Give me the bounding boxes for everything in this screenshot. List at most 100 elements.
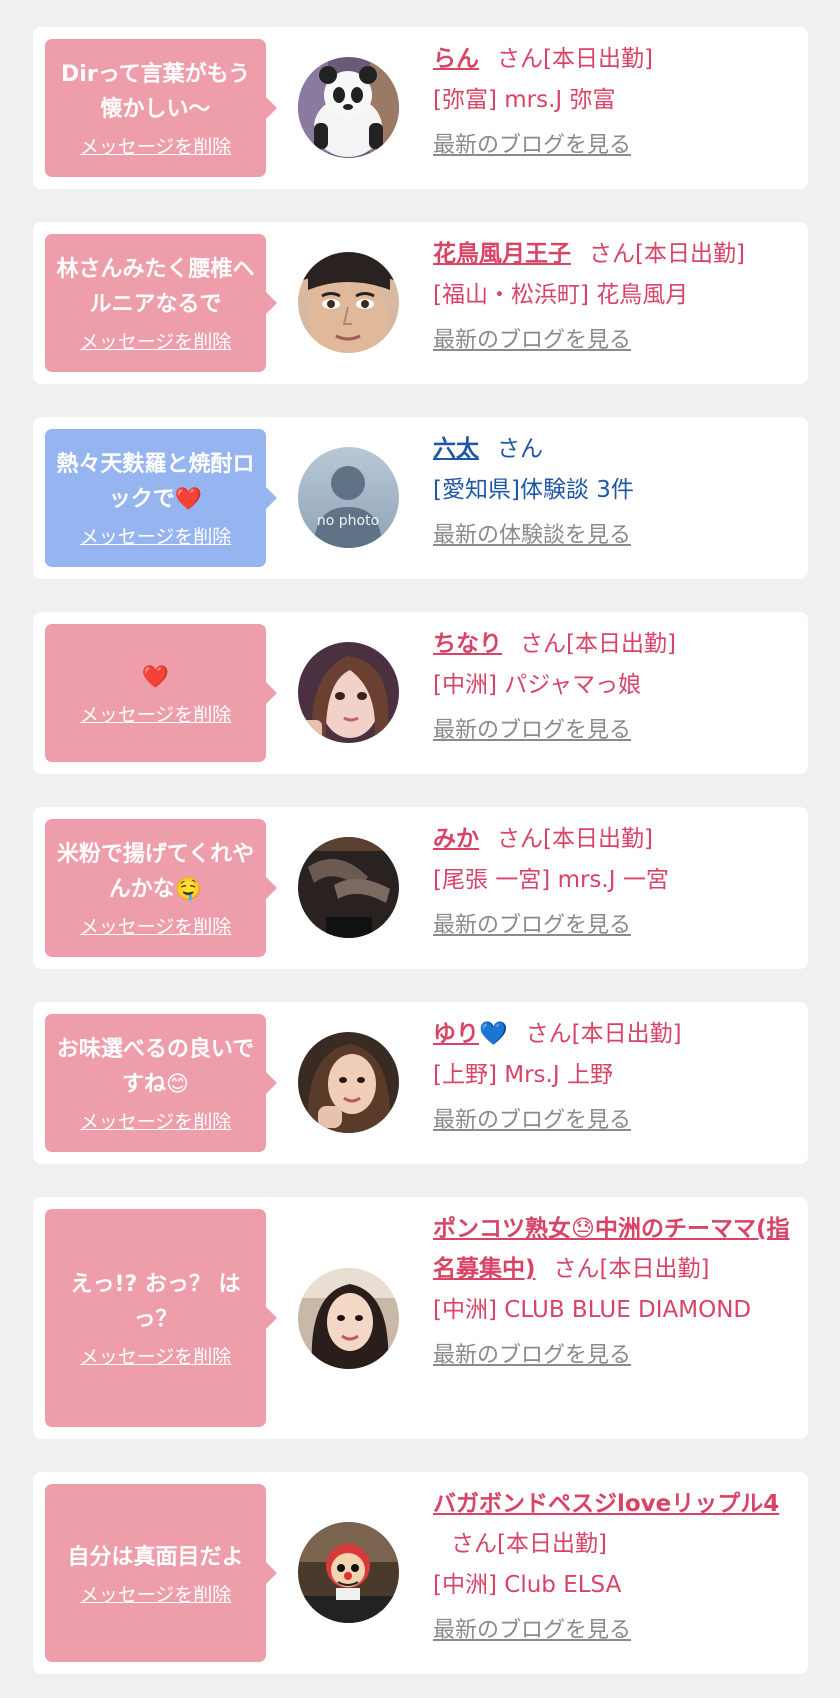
avatar[interactable] [298,57,399,158]
profile-name-link[interactable]: らん [433,46,479,72]
latest-blog-link[interactable]: 最新のブログを見る [433,1106,631,1136]
shop-text: [弥富] mrs.J 弥富 [433,87,616,113]
name-suffix: さん[本日出勤] [497,826,653,852]
name-suffix: さん[本日出勤] [589,241,745,267]
item-info: 花鳥風月王子 さん[本日出勤] [福山・松浜町] 花鳥風月 最新のブログを見る [433,234,793,356]
latest-review-link[interactable]: 最新の体験談を見る [433,521,631,551]
item-info: らん さん[本日出勤] [弥富] mrs.J 弥富 最新のブログを見る [433,39,793,161]
latest-blog-link[interactable]: 最新のブログを見る [433,911,631,941]
message-text: Dirって言葉がもう懐かしい〜 [61,62,250,122]
name-line: バガボンドペスジloveリップル4 さん[本日出勤] [433,1484,793,1564]
delete-message-link[interactable]: メッセージを削除 [80,330,232,354]
review-count-text: [愛知県]体験談 3件 [433,477,634,503]
name-line: 花鳥風月王子 さん[本日出勤] [433,234,793,274]
profile-name-link[interactable]: 花鳥風月王子 [433,241,571,267]
latest-blog-link[interactable]: 最新のブログを見る [433,716,631,746]
profile-name-link[interactable]: バガボンドペスジloveリップル4 [433,1491,779,1517]
delete-message-link[interactable]: メッセージを削除 [80,703,232,727]
delete-message-link[interactable]: メッセージを削除 [80,1345,232,1369]
delete-message-link[interactable]: メッセージを削除 [80,135,232,159]
message-bubble: えっ!? おっ？ はっ？ メッセージを削除 [45,1209,277,1427]
message-text: お味選べるの良いですね😊 [53,1032,258,1102]
smiling-face-emoji-icon: 😊 [166,1072,189,1097]
delete-message-link[interactable]: メッセージを削除 [80,1110,232,1134]
message-bubble: 米粉で揚げてくれやんかな🤤 メッセージを削除 [45,819,277,957]
profile-name-link[interactable]: ゆり💙 [433,1021,508,1047]
message-bubble: 林さんみたく腰椎ヘルニアなるで メッセージを削除 [45,234,277,372]
heart-emoji-icon: ❤️ [141,664,170,690]
shop-text: [上野] Mrs.J 上野 [433,1062,613,1088]
avatar[interactable] [298,1032,399,1133]
item-info: ポンコツ熟女😓中洲のチーママ(指名募集中) さん[本日出勤] [中洲] CLUB … [433,1209,793,1371]
message-bubble: お味選べるの良いですね😊 メッセージを削除 [45,1014,277,1152]
shop-text: [中洲] Club ELSA [433,1572,622,1598]
name-line: らん さん[本日出勤] [433,39,793,79]
no-photo-text: no photo [317,513,379,529]
latest-blog-link[interactable]: 最新のブログを見る [433,131,631,161]
message-text-body: お味選べるの良いですね [56,1037,255,1097]
message-text: 熱々天麩羅と焼酎ロックで❤️ [53,447,258,517]
item-info: 六太 さん [愛知県]体験談 3件 最新の体験談を見る [433,429,793,551]
message-bubble: 自分は真面目だよ メッセージを削除 [45,1484,277,1662]
profile-name-link[interactable]: ちなり [433,631,502,657]
message-text: えっ!? おっ？ はっ？ [70,1272,241,1332]
profile-name-link[interactable]: みか [433,826,479,852]
name-suffix: さん[本日出勤] [497,46,653,72]
name-suffix: さん[本日出勤] [451,1531,607,1557]
avatar[interactable] [298,642,399,743]
avatar[interactable] [298,252,399,353]
delete-message-link[interactable]: メッセージを削除 [80,915,232,939]
delete-message-link[interactable]: メッセージを削除 [80,525,232,549]
item-info: みか さん[本日出勤] [尾張 一宮] mrs.J 一宮 最新のブログを見る [433,819,793,941]
avatar[interactable]: no photo [298,447,399,548]
message-text: 自分は真面目だよ [67,1544,244,1570]
message-card: お味選べるの良いですね😊 メッセージを削除 ゆり💙 さん[本日出勤] [上野] M… [33,1002,808,1164]
message-text: 林さんみたく腰椎ヘルニアなるで [56,257,255,317]
avatar[interactable] [298,1268,399,1369]
shop-text: [中洲] CLUB BLUE DIAMOND [433,1297,752,1323]
name-line: ポンコツ熟女😓中洲のチーママ(指名募集中) さん[本日出勤] [433,1209,793,1289]
latest-blog-link[interactable]: 最新のブログを見る [433,1616,631,1646]
message-card: ❤️ メッセージを削除 ちなり さん[本日出勤] [中洲] パジャマっ娘 最新のブ… [33,612,808,774]
item-info: ゆり💙 さん[本日出勤] [上野] Mrs.J 上野 最新のブログを見る [433,1014,793,1136]
drooling-face-emoji-icon: 🤤 [174,877,203,902]
name-line: ちなり さん[本日出勤] [433,624,793,664]
woman-portrait-photo [298,1268,399,1369]
mask-character-photo [298,1522,399,1623]
face-closeup-photo [298,252,399,353]
profile-name-text: ゆり [433,1021,479,1047]
message-card: えっ!? おっ？ はっ？ メッセージを削除 ポンコツ熟女😓中洲のチーママ(指名募… [33,1197,808,1439]
message-bubble: ❤️ メッセージを削除 [45,624,277,762]
name-suffix: さん[本日出勤] [525,1021,682,1047]
no-photo-placeholder: no photo [298,447,399,548]
message-list: Dirって言葉がもう懐かしい〜 メッセージを削除 らん さん[本日出勤] [弥富… [0,0,840,1698]
profile-name-link[interactable]: 六太 [433,436,479,462]
name-suffix: さん[本日出勤] [553,1256,710,1282]
message-card: 熱々天麩羅と焼酎ロックで❤️ メッセージを削除 no photo 六太 さん [… [33,417,808,579]
message-text-body: 米粉で揚げてくれやんかな [56,842,255,902]
name-suffix: さん [497,436,543,462]
avatar[interactable] [298,837,399,938]
woman-portrait-photo [298,1032,399,1133]
message-bubble: Dirって言葉がもう懐かしい〜 メッセージを削除 [45,39,277,177]
avatar[interactable] [298,1522,399,1623]
message-card: 米粉で揚げてくれやんかな🤤 メッセージを削除 みか さん[本日出勤] [尾張 一宮… [33,807,808,969]
latest-blog-link[interactable]: 最新のブログを見る [433,326,631,356]
item-info: ちなり さん[本日出勤] [中洲] パジャマっ娘 最新のブログを見る [433,624,793,746]
shop-text: [尾張 一宮] mrs.J 一宮 [433,867,669,893]
message-card: 自分は真面目だよ メッセージを削除 バガボンドペスジloveリップル4 さん[本日… [33,1472,808,1674]
message-card: 林さんみたく腰椎ヘルニアなるで メッセージを削除 花鳥風月王子 さん[本日出勤]… [33,222,808,384]
heart-emoji-icon: ❤️ [174,487,203,512]
shop-text: [中洲] パジャマっ娘 [433,672,642,698]
shop-text: [福山・松浜町] 花鳥風月 [433,282,689,308]
name-suffix: さん[本日出勤] [520,631,676,657]
name-line: ゆり💙 さん[本日出勤] [433,1014,793,1054]
latest-blog-link[interactable]: 最新のブログを見る [433,1341,631,1371]
panda-costume-photo [298,57,399,158]
item-info: バガボンドペスジloveリップル4 さん[本日出勤] [中洲] Club ELSA… [433,1484,793,1646]
name-line: 六太 さん [433,429,793,469]
legs-stockings-photo [298,837,399,938]
message-text-body: 熱々天麩羅と焼酎ロックで [56,452,255,512]
delete-message-link[interactable]: メッセージを削除 [80,1583,232,1607]
name-line: みか さん[本日出勤] [433,819,793,859]
